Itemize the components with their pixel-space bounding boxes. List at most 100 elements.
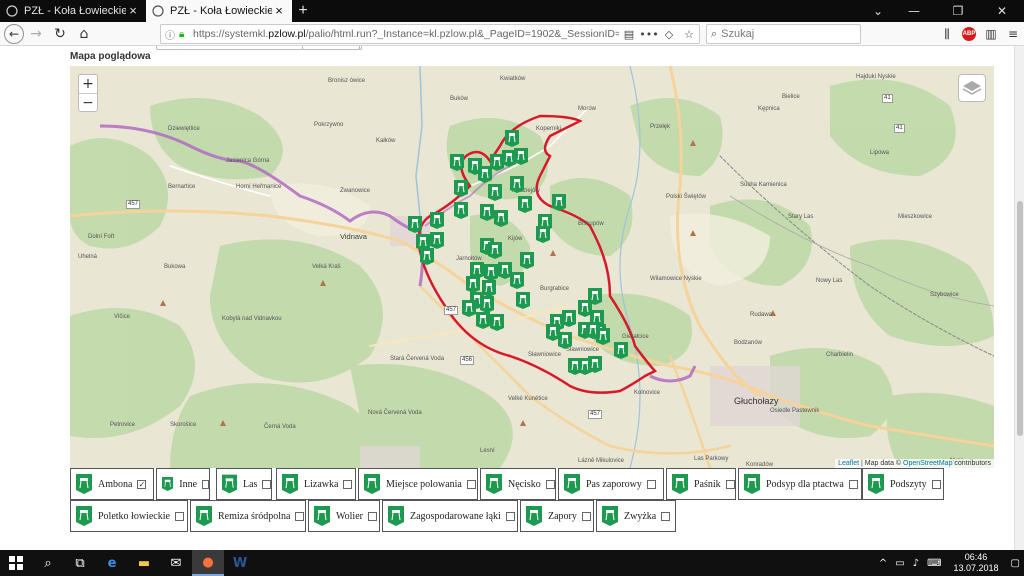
legend-checkbox[interactable]: [931, 479, 941, 489]
ambona-marker-icon[interactable]: [520, 252, 534, 269]
library-icon[interactable]: ⫼: [936, 27, 958, 42]
legend-checkbox[interactable]: [262, 479, 271, 489]
legend-checkbox[interactable]: [343, 479, 353, 489]
pocket-icon[interactable]: ◇: [659, 28, 679, 41]
search-taskbar-icon[interactable]: ⌕: [32, 550, 64, 576]
legend-checkbox[interactable]: [367, 511, 377, 521]
legend-item: Zwyżka: [596, 500, 676, 532]
legend-checkbox[interactable]: [545, 479, 555, 489]
legend-checkbox[interactable]: [174, 511, 184, 521]
minimize-icon[interactable]: —: [892, 0, 936, 22]
ambona-marker-icon[interactable]: [510, 272, 524, 289]
close-tab-icon[interactable]: ×: [126, 4, 140, 17]
ambona-marker-icon[interactable]: [476, 312, 490, 329]
ambona-marker-icon[interactable]: [614, 342, 628, 359]
scrollbar-thumb[interactable]: [1017, 201, 1023, 436]
map-view[interactable]: Bronisz ówice Kwiatków Hajduki Nyskie Buków…: [70, 66, 994, 468]
leaflet-link[interactable]: Leaflet: [838, 460, 859, 467]
mail-icon[interactable]: ✉: [160, 550, 192, 576]
ambona-marker-icon[interactable]: [562, 310, 576, 327]
sidebar-icon[interactable]: ▥: [980, 27, 1002, 41]
ambona-marker-icon[interactable]: [518, 196, 532, 213]
legend-checkbox[interactable]: [202, 479, 209, 489]
start-button[interactable]: [0, 550, 32, 576]
adblock-icon[interactable]: ABP: [962, 27, 976, 41]
menu-icon[interactable]: ≡: [1002, 27, 1024, 41]
legend-checkbox[interactable]: [295, 511, 305, 521]
legend-checkbox[interactable]: [646, 479, 656, 489]
legend-checkbox[interactable]: [466, 479, 476, 489]
ambona-marker-icon[interactable]: [488, 242, 502, 259]
task-view-icon[interactable]: ⧉: [64, 550, 96, 576]
ambona-marker-icon[interactable]: [480, 204, 494, 221]
reader-view-icon[interactable]: ▤: [619, 28, 639, 41]
browser-tab-2[interactable]: PZŁ - Koła Łowieckie ×: [146, 0, 292, 22]
browser-tab-1[interactable]: PZŁ - Koła Łowieckie ×: [0, 0, 146, 22]
ambona-marker-icon[interactable]: [488, 184, 502, 201]
ambona-marker-icon[interactable]: [408, 216, 422, 233]
legend-checkbox[interactable]: [725, 479, 735, 489]
lock-icon[interactable]: 🔒︎: [179, 29, 193, 40]
restore-icon[interactable]: ❐: [936, 0, 980, 22]
ambona-marker-icon[interactable]: [494, 210, 508, 227]
ambona-marker-icon[interactable]: [454, 180, 468, 197]
page-actions-icon[interactable]: •••: [639, 28, 659, 41]
ambona-marker-icon[interactable]: [596, 328, 610, 345]
reload-button[interactable]: ↻: [48, 22, 72, 46]
forward-button[interactable]: →: [24, 22, 48, 46]
ambona-marker-icon[interactable]: [430, 212, 444, 229]
layers-button[interactable]: [958, 74, 986, 102]
ambona-marker-icon[interactable]: [516, 292, 530, 309]
ambona-marker-icon[interactable]: [514, 148, 528, 165]
notifications-icon[interactable]: ▢: [1007, 558, 1024, 569]
ambona-marker-icon[interactable]: [558, 332, 572, 349]
url-bar[interactable]: ⓘ 🔒︎ https://systemkl.pzlow.pl/palio/htm…: [160, 24, 700, 44]
keyboard-icon[interactable]: ⌨: [923, 558, 945, 569]
close-tab-icon[interactable]: ×: [272, 4, 286, 17]
ambona-marker-icon[interactable]: [478, 166, 492, 183]
tray-expand-icon[interactable]: ^: [875, 558, 891, 569]
osm-link[interactable]: OpenStreetMap: [903, 460, 952, 467]
ambona-marker-icon[interactable]: [505, 130, 519, 147]
place-label: Buków: [450, 96, 469, 102]
zoom-in-button[interactable]: +: [79, 75, 97, 93]
ambona-marker-icon[interactable]: [480, 296, 494, 313]
volume-icon[interactable]: ♪: [909, 558, 923, 569]
search-input[interactable]: ⌕ Szukaj: [706, 24, 861, 44]
ambona-marker-icon[interactable]: [462, 300, 476, 317]
ambona-marker-icon[interactable]: [490, 314, 504, 331]
network-icon[interactable]: ▭: [891, 558, 908, 569]
bookmark-star-icon[interactable]: ☆: [679, 28, 699, 41]
url-text[interactable]: https://systemkl.pzlow.pl/palio/html.run…: [193, 28, 619, 40]
ambona-marker-icon[interactable]: [552, 194, 566, 211]
road-number-label: 457: [126, 200, 141, 209]
back-button[interactable]: ←: [4, 23, 24, 44]
info-icon[interactable]: ⓘ: [165, 27, 179, 42]
legend-checkbox[interactable]: [661, 511, 671, 521]
edge-icon[interactable]: e: [96, 550, 128, 576]
tab-list-icon[interactable]: ⌄: [864, 0, 892, 22]
legend-checkbox[interactable]: [848, 479, 858, 489]
legend-checkbox[interactable]: [581, 511, 591, 521]
home-button[interactable]: ⌂: [72, 22, 96, 46]
firefox-icon[interactable]: ●: [192, 550, 224, 576]
file-explorer-icon[interactable]: ▬: [128, 550, 160, 576]
ambona-marker-icon[interactable]: [484, 264, 498, 281]
ambona-marker-icon[interactable]: [482, 280, 496, 297]
ambona-marker-icon[interactable]: [454, 202, 468, 219]
ambona-marker-icon[interactable]: [430, 232, 444, 249]
page-scrollbar[interactable]: [1014, 46, 1024, 550]
word-icon[interactable]: W: [224, 550, 256, 576]
zoom-out-button[interactable]: −: [79, 93, 97, 111]
ambona-marker-icon[interactable]: [588, 356, 602, 373]
ambona-marker-icon[interactable]: [536, 226, 550, 243]
new-tab-button[interactable]: +: [292, 0, 314, 22]
legend-checkbox[interactable]: ✓: [137, 479, 147, 489]
ambona-marker-icon[interactable]: [450, 154, 464, 171]
ambona-marker-icon[interactable]: [420, 248, 434, 265]
legend-checkbox[interactable]: [505, 511, 515, 521]
ambona-marker-icon[interactable]: [466, 276, 480, 293]
close-window-icon[interactable]: ✕: [980, 0, 1024, 22]
ambona-marker-icon[interactable]: [510, 176, 524, 193]
clock[interactable]: 06:46 13.07.2018: [946, 552, 1007, 574]
